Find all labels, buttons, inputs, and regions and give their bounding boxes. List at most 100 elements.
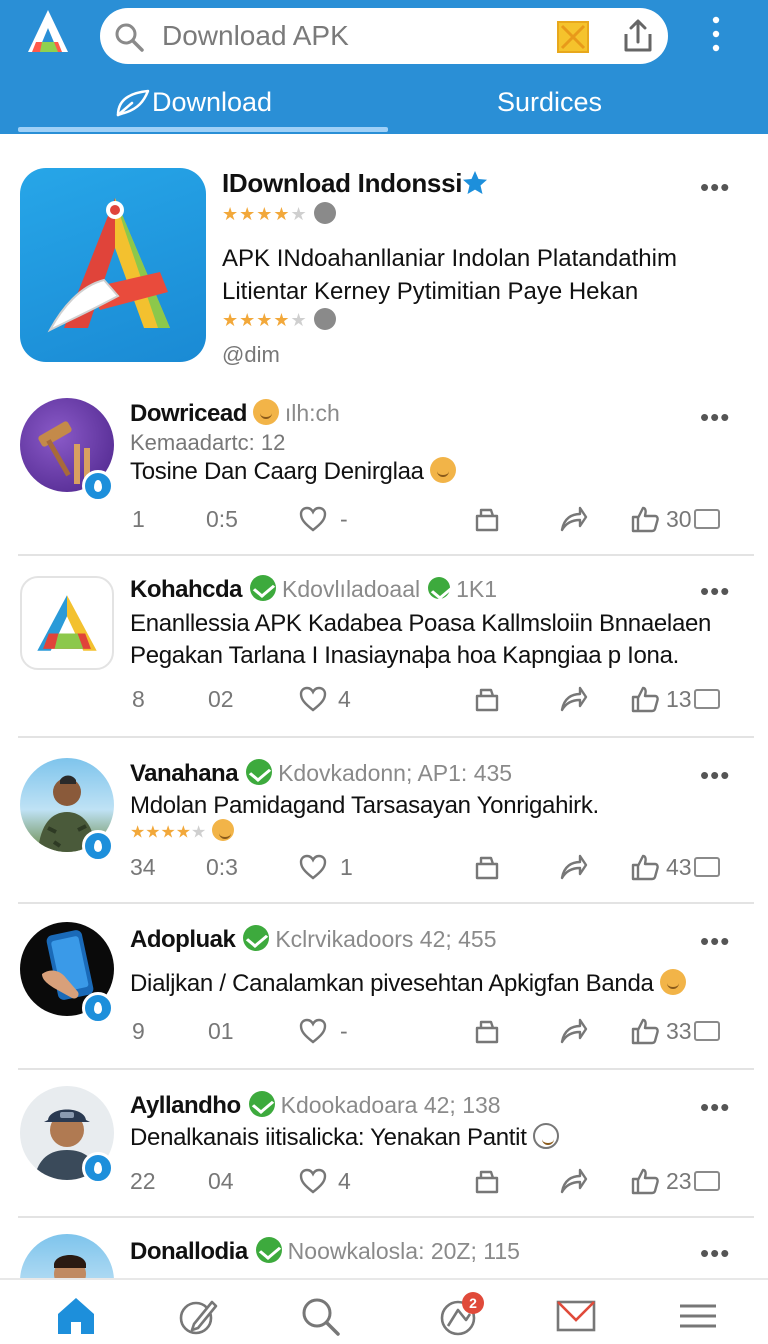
tab-services-label: Surdices (497, 87, 603, 117)
share-arrow-icon[interactable] (558, 684, 588, 714)
views-box-icon (693, 1020, 720, 1041)
heart-icon[interactable] (298, 1016, 328, 1046)
featured-app-icon[interactable] (20, 168, 206, 362)
share-icon[interactable] (620, 18, 656, 54)
post-body: Tosine Dan Caarg Denirglaa (130, 456, 740, 488)
share-arrow-icon[interactable] (558, 1016, 588, 1046)
featured-app-card[interactable]: IDownload Indonssi ••• ★★★★★ APK INdoaha… (0, 134, 768, 384)
search-input[interactable] (162, 16, 542, 56)
post-more-button[interactable]: ••• (700, 1238, 730, 1269)
post-meta: Kdovlıladoaal (282, 576, 421, 602)
post-meta-secondary: 1K1 (456, 576, 498, 602)
app-logo-icon[interactable] (22, 6, 74, 58)
verified-check-icon (243, 924, 270, 951)
verified-check-icon (248, 1090, 275, 1117)
featured-more-button[interactable]: ••• (700, 172, 730, 203)
search-icon[interactable] (298, 1294, 342, 1338)
repost-count[interactable]: 0:3 (206, 854, 238, 881)
post-author-name[interactable]: Donallodia (130, 1238, 248, 1265)
post-author[interactable]: Ayllandho Kdookadoara 42; 138 (130, 1090, 501, 1120)
avatar[interactable] (20, 1234, 114, 1278)
reply-count[interactable]: 9 (132, 1018, 145, 1045)
reply-count[interactable]: 8 (132, 686, 145, 713)
repost-count[interactable]: 0:5 (206, 506, 238, 533)
post-actions: 8 02 4 13 (0, 680, 768, 720)
like-count: - (340, 506, 348, 532)
thumbs-up-icon[interactable] (630, 684, 660, 714)
post-meta: Kclrvikadoors 42; 455 (275, 926, 497, 952)
views-box-icon (693, 508, 720, 529)
thumbs-up-icon[interactable] (630, 852, 660, 882)
heart-icon[interactable] (298, 684, 328, 714)
thumbs-up-icon[interactable] (630, 504, 660, 534)
bookmark-icon[interactable] (472, 1016, 502, 1046)
bookmark-icon[interactable] (472, 1166, 502, 1196)
edit-icon[interactable] (176, 1294, 220, 1338)
post-item[interactable]: Ayllandho Kdookadoara 42; 138 ••• Denalka… (0, 1070, 768, 1218)
post-author[interactable]: Adopluak Kclrvikadoors 42; 455 (130, 924, 497, 954)
post-author-name[interactable]: Vanahana (130, 760, 239, 787)
view-count: 30 (666, 506, 720, 533)
smile-emoji-icon (659, 968, 686, 995)
post-more-button[interactable]: ••• (700, 760, 730, 791)
post-author[interactable]: Kohahcda Kdovlıladoaal 1K1 (130, 574, 498, 604)
views-box-icon (693, 1170, 720, 1191)
tab-services[interactable]: Surdices (497, 74, 697, 130)
post-author[interactable]: Dowricead ılh:ch (130, 398, 340, 428)
thumbs-up-icon[interactable] (630, 1016, 660, 1046)
post-author-name[interactable]: Ayllandho (130, 1092, 241, 1119)
post-item[interactable]: Dowricead ılh:ch ••• Kemaadartc: 12 Tosin… (0, 384, 768, 556)
search-bar[interactable] (100, 8, 668, 64)
post-body: Enanllessia APK Kadabea Poasa Kallmsloii… (130, 610, 712, 669)
post-more-button[interactable]: ••• (700, 402, 730, 433)
featured-app-title[interactable]: IDownload Indonssi (222, 168, 462, 199)
reply-count[interactable]: 1 (132, 506, 145, 533)
reply-count[interactable]: 34 (130, 854, 156, 881)
featured-handle[interactable]: @dim (222, 342, 280, 368)
bookmark-icon[interactable] (472, 504, 502, 534)
face-emoji-icon (532, 1122, 559, 1149)
verified-check-icon (246, 758, 273, 785)
clear-icon[interactable] (556, 20, 590, 54)
post-actions: 22 04 4 23 (0, 1162, 768, 1202)
post-author-name[interactable]: Adopluak (130, 926, 236, 953)
post-author[interactable]: Donallodia Noowkalosla: 20Z; 115 (130, 1236, 520, 1266)
post-author[interactable]: Vanahana Kdovkadonn; AP1: 435 (130, 758, 512, 788)
share-arrow-icon[interactable] (558, 1166, 588, 1196)
menu-icon[interactable] (676, 1294, 720, 1338)
mail-icon[interactable] (554, 1294, 598, 1338)
reply-count[interactable]: 22 (130, 1168, 156, 1195)
bookmark-icon[interactable] (472, 852, 502, 882)
repost-count[interactable]: 02 (208, 686, 234, 713)
post-author-name[interactable]: Kohahcda (130, 576, 243, 603)
repost-count[interactable]: 01 (208, 1018, 234, 1045)
post-more-button[interactable]: ••• (700, 926, 730, 957)
home-icon[interactable] (54, 1294, 98, 1338)
post-author-name[interactable]: Dowricead (130, 400, 247, 427)
post-more-button[interactable]: ••• (700, 576, 730, 607)
verified-star-icon (463, 171, 487, 194)
heart-icon[interactable] (298, 1166, 328, 1196)
share-arrow-icon[interactable] (558, 852, 588, 882)
verified-check-icon (428, 576, 451, 599)
post-item[interactable]: Donallodia Noowkalosla: 20Z; 115 ••• (0, 1218, 768, 1278)
share-arrow-icon[interactable] (558, 504, 588, 534)
download-tab-icon (116, 89, 150, 117)
avatar[interactable] (20, 576, 114, 670)
tab-download[interactable]: Download (114, 74, 404, 130)
like-count: 1 (340, 854, 353, 880)
post-item[interactable]: Vanahana Kdovkadonn; AP1: 435 ••• Mdolan … (0, 738, 768, 904)
post-body: Dialjkan / Canalamkan pivesehtan Apkigfa… (130, 968, 740, 1000)
repost-count[interactable]: 04 (208, 1168, 234, 1195)
bookmark-icon[interactable] (472, 684, 502, 714)
bottom-navigation: 2 (0, 1278, 768, 1344)
overflow-menu-icon[interactable] (700, 14, 732, 54)
post-item[interactable]: Kohahcda Kdovlıladoaal 1K1 ••• Enanllessia… (0, 556, 768, 738)
thumbs-up-icon[interactable] (630, 1166, 660, 1196)
post-more-button[interactable]: ••• (700, 1092, 730, 1123)
heart-icon[interactable] (298, 852, 328, 882)
grinning-emoji-icon (252, 398, 279, 425)
heart-icon[interactable] (298, 504, 328, 534)
view-count: 33 (666, 1018, 720, 1045)
post-item[interactable]: Adopluak Kclrvikadoors 42; 455 ••• Dialjk… (0, 904, 768, 1070)
